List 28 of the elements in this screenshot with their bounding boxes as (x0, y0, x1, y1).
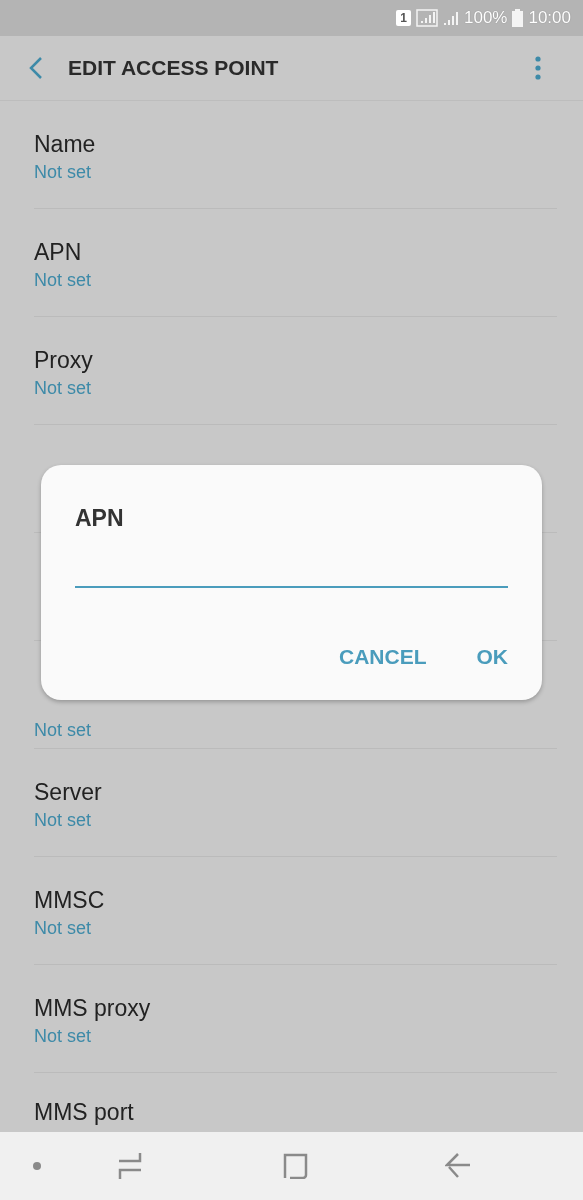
battery-icon (512, 9, 524, 27)
back-icon[interactable] (28, 56, 44, 80)
setting-title[interactable]: MMS proxy (34, 994, 151, 1022)
setting-value: Not set (34, 377, 92, 400)
back-icon[interactable] (445, 1153, 471, 1179)
setting-title[interactable]: MMSC (34, 886, 105, 914)
setting-value: Not set (34, 269, 92, 292)
dialog-title: APN (75, 505, 124, 532)
setting-value: Not set (34, 917, 92, 940)
setting-title[interactable]: Server (34, 778, 102, 806)
clock: 10:00 (528, 8, 571, 28)
setting-title[interactable]: Proxy (34, 346, 93, 374)
sim-icon: 1 (395, 10, 411, 26)
setting-value: Not set (34, 1025, 92, 1048)
setting-title[interactable]: MMS port (34, 1098, 134, 1126)
recents-icon[interactable] (117, 1152, 143, 1180)
setting-value: Not set (34, 719, 92, 742)
setting-value: Not set (34, 161, 92, 184)
setting-title[interactable]: Name (34, 130, 96, 158)
signal-icon (415, 9, 438, 27)
setting-value: Not set (34, 809, 92, 832)
dot-icon[interactable] (32, 1161, 42, 1171)
screen-title: EDIT ACCESS POINT (68, 56, 280, 80)
home-icon[interactable] (283, 1153, 309, 1179)
battery-percent: 100% (463, 8, 508, 28)
setting-title[interactable]: APN (34, 238, 82, 266)
signal-icon (442, 10, 459, 26)
more-options-icon[interactable] (535, 56, 541, 80)
